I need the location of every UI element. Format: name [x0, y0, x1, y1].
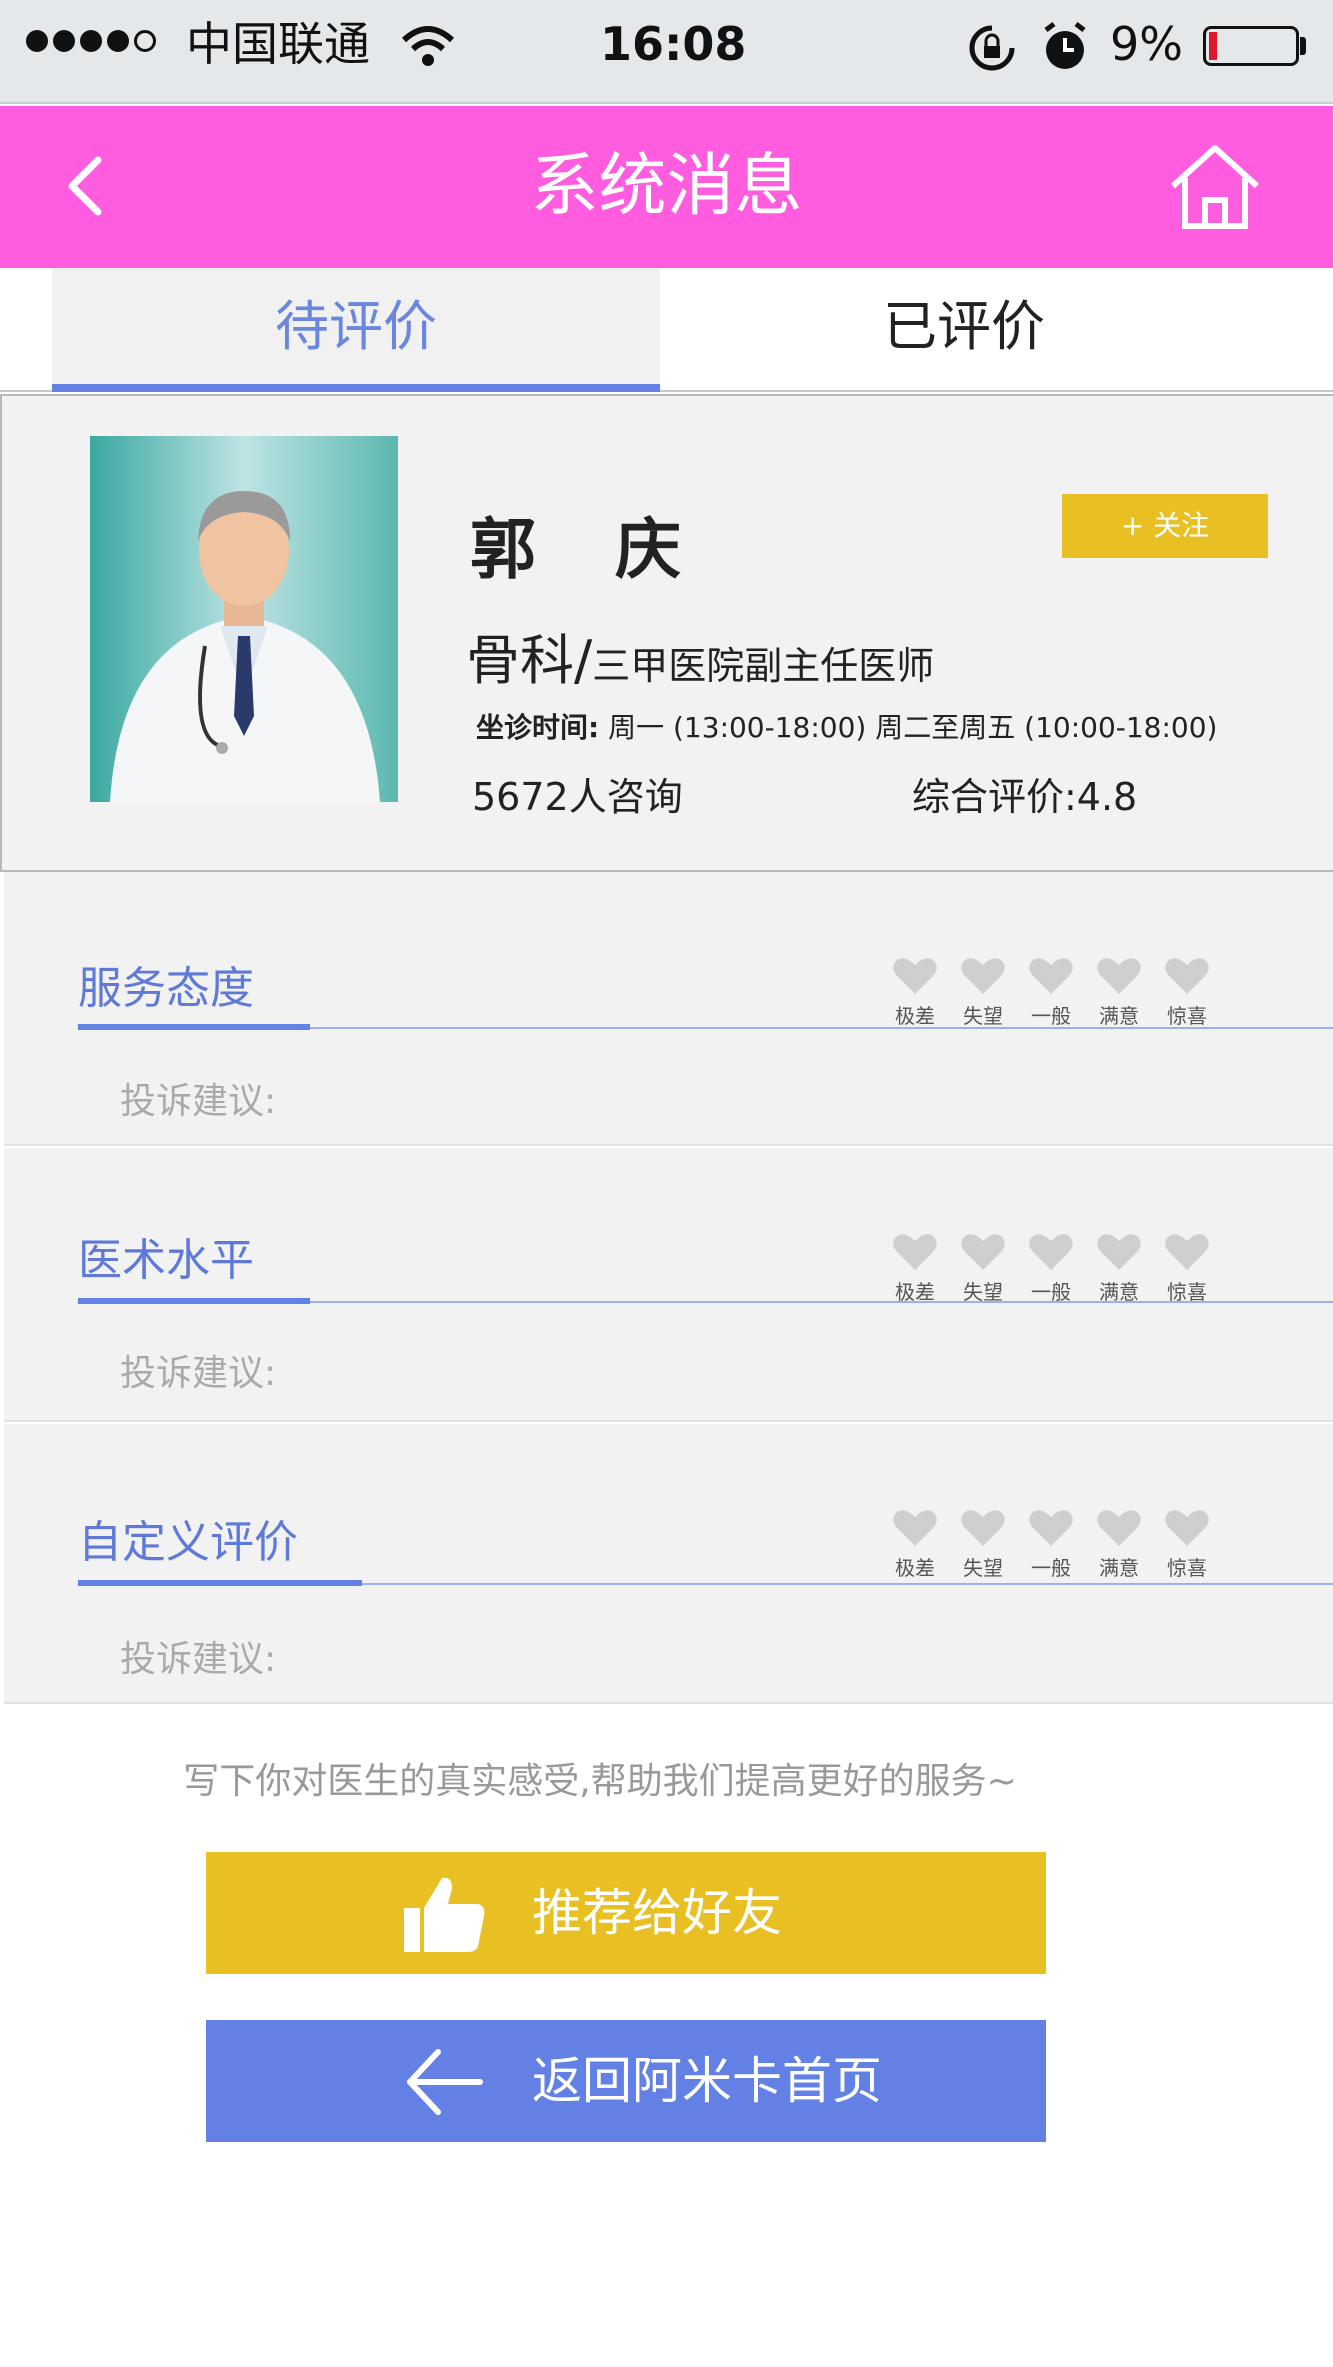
heart-rating: 极差 失望 一般 满意 惊喜: [892, 1508, 1210, 1581]
heart-icon: [1165, 1510, 1209, 1546]
alarm-icon: [1044, 22, 1086, 69]
complaint-input[interactable]: 投诉建议:: [120, 1344, 276, 1396]
heart-rating-option[interactable]: 惊喜: [1164, 1508, 1210, 1581]
app-header: 系统消息: [0, 106, 1333, 268]
heart-icon: [1165, 958, 1209, 994]
heart-icon: [893, 1234, 937, 1270]
doctor-schedule: 坐诊时间: 周一 (13:00-18:00) 周二至周五 (10:00-18:0…: [476, 706, 1217, 746]
heart-icon: [1165, 1234, 1209, 1270]
follow-button[interactable]: + 关注: [1062, 494, 1268, 558]
heart-label: 惊喜: [1167, 1004, 1207, 1028]
heart-rating-option[interactable]: 惊喜: [1164, 1232, 1210, 1305]
heart-rating-option[interactable]: 失望: [960, 1508, 1006, 1581]
overall-rating: 综合评价:4.8: [912, 775, 1138, 819]
heart-rating-option[interactable]: 惊喜: [1164, 956, 1210, 1029]
heart-label: 满意: [1099, 1004, 1139, 1028]
return-home-label: 返回阿米卡首页: [532, 2052, 882, 2110]
heart-icon: [1097, 958, 1141, 994]
heart-rating-option[interactable]: 失望: [960, 956, 1006, 1029]
thumbs-up-icon: [404, 1877, 485, 1952]
schedule-label: 坐诊时间:: [476, 711, 600, 744]
doctor-card: 郭 庆 + 关注 骨科/三甲医院副主任医师 坐诊时间: 周一 (13:00-18…: [0, 394, 1333, 872]
heart-rating-option[interactable]: 一般: [1028, 1508, 1074, 1581]
heart-rating-option[interactable]: 满意: [1096, 1508, 1142, 1581]
heart-label: 一般: [1031, 1556, 1071, 1580]
review-section-skill: 医术水平 极差 失望 一般 满意 惊喜 投诉建议:: [4, 1148, 1333, 1422]
rotation-lock-icon: [969, 25, 1015, 71]
heart-label: 满意: [1099, 1280, 1139, 1304]
doctor-department: 骨科/三甲医院副主任医师: [466, 616, 934, 695]
heart-label: 极差: [895, 1280, 935, 1304]
tab-pending-review[interactable]: 待评价: [52, 268, 660, 392]
back-arrow-icon[interactable]: [50, 146, 130, 226]
tab-reviewed[interactable]: 已评价: [660, 268, 1268, 392]
review-title: 服务态度: [78, 963, 254, 1014]
doctor-photo: [90, 436, 398, 802]
heart-icon: [1097, 1510, 1141, 1546]
complaint-input[interactable]: 投诉建议:: [120, 1630, 276, 1682]
signal-strength-icon: [26, 30, 156, 52]
heart-label: 一般: [1031, 1004, 1071, 1028]
status-time: 16:08: [600, 17, 747, 71]
heart-icon: [1097, 1234, 1141, 1270]
heart-icon: [961, 958, 1005, 994]
status-bar: 中国联通 16:08 9%: [0, 0, 1333, 104]
heart-icon: [961, 1234, 1005, 1270]
heart-label: 惊喜: [1167, 1556, 1207, 1580]
home-icon[interactable]: [1165, 142, 1265, 232]
battery-percent: 9%: [1110, 17, 1183, 71]
doctor-title: 三甲医院副主任医师: [592, 644, 935, 688]
consult-count: 5672人咨询: [472, 775, 683, 819]
return-home-button[interactable]: 返回阿米卡首页: [206, 2020, 1046, 2142]
wifi-icon: [401, 26, 455, 66]
heart-label: 失望: [963, 1280, 1003, 1304]
heart-rating-option[interactable]: 极差: [892, 956, 938, 1029]
recommend-button[interactable]: 推荐给好友: [206, 1852, 1046, 1974]
heart-label: 失望: [963, 1556, 1003, 1580]
battery-icon: [1203, 26, 1299, 66]
heart-rating-option[interactable]: 满意: [1096, 956, 1142, 1029]
review-section-custom: 自定义评价 极差 失望 一般 满意 惊喜 投诉建议:: [4, 1424, 1333, 1704]
heart-label: 一般: [1031, 1280, 1071, 1304]
heart-rating: 极差 失望 一般 满意 惊喜: [892, 1232, 1210, 1305]
recommend-label: 推荐给好友: [532, 1884, 782, 1942]
heart-rating-option[interactable]: 一般: [1028, 956, 1074, 1029]
review-title: 医术水平: [78, 1235, 254, 1286]
department-separator: /: [574, 629, 593, 692]
heart-rating-option[interactable]: 一般: [1028, 1232, 1074, 1305]
heart-label: 极差: [895, 1556, 935, 1580]
heart-label: 惊喜: [1167, 1280, 1207, 1304]
left-arrow-icon: [407, 2049, 483, 2115]
heart-icon: [893, 1510, 937, 1546]
schedule-value: 周一 (13:00-18:00) 周二至周五 (10:00-18:00): [608, 711, 1218, 744]
review-title: 自定义评价: [78, 1517, 298, 1568]
heart-label: 失望: [963, 1004, 1003, 1028]
heart-rating-option[interactable]: 极差: [892, 1508, 938, 1581]
heart-icon: [1029, 1234, 1073, 1270]
review-tabs: 待评价 已评价: [0, 268, 1333, 392]
carrier-name: 中国联通: [186, 17, 370, 71]
heart-icon: [1029, 1510, 1073, 1546]
feedback-hint: 写下你对医生的真实感受,帮助我们提高更好的服务~: [183, 1761, 1017, 1802]
heart-rating-option[interactable]: 满意: [1096, 1232, 1142, 1305]
review-section-service: 服务态度 极差 失望 一般 满意 惊喜 投诉建议:: [4, 872, 1333, 1146]
heart-rating-option[interactable]: 极差: [892, 1232, 938, 1305]
complaint-input[interactable]: 投诉建议:: [120, 1072, 276, 1124]
heart-rating: 极差 失望 一般 满意 惊喜: [892, 956, 1210, 1029]
heart-label: 极差: [895, 1004, 935, 1028]
heart-label: 满意: [1099, 1556, 1139, 1580]
heart-icon: [961, 1510, 1005, 1546]
department-name: 骨科: [466, 629, 574, 692]
page-title: 系统消息: [530, 147, 803, 226]
heart-icon: [893, 958, 937, 994]
heart-icon: [1029, 958, 1073, 994]
heart-rating-option[interactable]: 失望: [960, 1232, 1006, 1305]
doctor-name: 郭 庆: [470, 511, 709, 588]
